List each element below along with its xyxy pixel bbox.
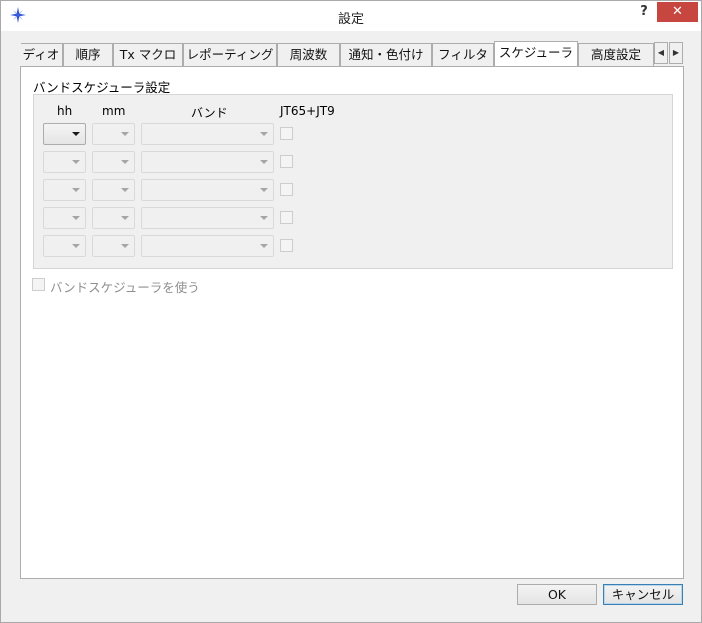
- tab-notification-color[interactable]: 通知・色付け: [340, 43, 432, 66]
- chevron-down-icon: [260, 160, 268, 164]
- hh-select-4[interactable]: [43, 207, 86, 229]
- use-band-scheduler-checkbox[interactable]: [32, 278, 45, 291]
- column-header-hh: hh: [57, 104, 73, 118]
- chevron-down-icon: [121, 216, 129, 220]
- column-header-jt65-jt9: JT65+JT9: [280, 104, 335, 118]
- tab-filter[interactable]: フィルタ: [432, 43, 494, 66]
- cancel-button[interactable]: キャンセル: [603, 584, 683, 605]
- chevron-down-icon: [260, 132, 268, 136]
- chevron-down-icon: [72, 216, 80, 220]
- mm-select-4[interactable]: [92, 207, 135, 229]
- chevron-down-icon: [260, 244, 268, 248]
- window-title: 設定: [337, 12, 364, 27]
- tab-frequency[interactable]: 周波数: [277, 43, 340, 66]
- hh-select-3[interactable]: [43, 179, 86, 201]
- chevron-down-icon: [72, 132, 80, 136]
- mm-select-3[interactable]: [92, 179, 135, 201]
- tab-advanced[interactable]: 高度設定: [578, 43, 654, 66]
- settings-window: 設定 ? ✕ ディオ 順序 Tx マクロ レポーティング 周波数 通知・色付け …: [0, 0, 702, 623]
- chevron-down-icon: [121, 188, 129, 192]
- band-select-5[interactable]: [141, 235, 274, 257]
- chevron-down-icon: [121, 132, 129, 136]
- tab-bar: ディオ 順序 Tx マクロ レポーティング 周波数 通知・色付け フィルタ スケ…: [21, 41, 683, 66]
- tab-scheduler[interactable]: スケジューラ: [494, 41, 578, 66]
- tab-radio[interactable]: ディオ: [21, 43, 63, 66]
- jt65-jt9-checkbox-1[interactable]: [280, 127, 293, 140]
- chevron-down-icon: [260, 188, 268, 192]
- tab-scroll-right-button[interactable]: ▶: [669, 42, 683, 64]
- ok-button[interactable]: OK: [517, 584, 597, 605]
- jt65-jt9-checkbox-4[interactable]: [280, 211, 293, 224]
- jt65-jt9-checkbox-2[interactable]: [280, 155, 293, 168]
- band-select-2[interactable]: [141, 151, 274, 173]
- scheduler-panel: バンドスケジューラ設定 hh mm バンド JT65+JT9 バンドスケジューラ…: [20, 66, 684, 579]
- hh-select-2[interactable]: [43, 151, 86, 173]
- mm-select-2[interactable]: [92, 151, 135, 173]
- band-select-3[interactable]: [141, 179, 274, 201]
- hh-select-5[interactable]: [43, 235, 86, 257]
- title-bar: 設定 ? ✕: [1, 1, 701, 31]
- chevron-down-icon: [260, 216, 268, 220]
- mm-select-1[interactable]: [92, 123, 135, 145]
- column-header-mm: mm: [102, 104, 126, 118]
- mm-select-5[interactable]: [92, 235, 135, 257]
- close-button[interactable]: ✕: [657, 2, 698, 22]
- chevron-down-icon: [72, 188, 80, 192]
- use-band-scheduler-label: バンドスケジューラを使う: [50, 280, 200, 295]
- chevron-down-icon: [72, 244, 80, 248]
- tab-tx-macro[interactable]: Tx マクロ: [113, 43, 183, 66]
- jt65-jt9-checkbox-5[interactable]: [280, 239, 293, 252]
- tab-scroll-left-button[interactable]: ◀: [654, 42, 668, 64]
- band-select-4[interactable]: [141, 207, 274, 229]
- chevron-down-icon: [72, 160, 80, 164]
- column-header-band: バンド: [191, 106, 228, 120]
- tab-reporting[interactable]: レポーティング: [183, 43, 277, 66]
- jt65-jt9-checkbox-3[interactable]: [280, 183, 293, 196]
- help-button[interactable]: ?: [633, 3, 655, 23]
- tab-sequence[interactable]: 順序: [63, 43, 113, 66]
- hh-select-1[interactable]: [43, 123, 86, 145]
- chevron-down-icon: [121, 244, 129, 248]
- band-select-1[interactable]: [141, 123, 274, 145]
- chevron-down-icon: [121, 160, 129, 164]
